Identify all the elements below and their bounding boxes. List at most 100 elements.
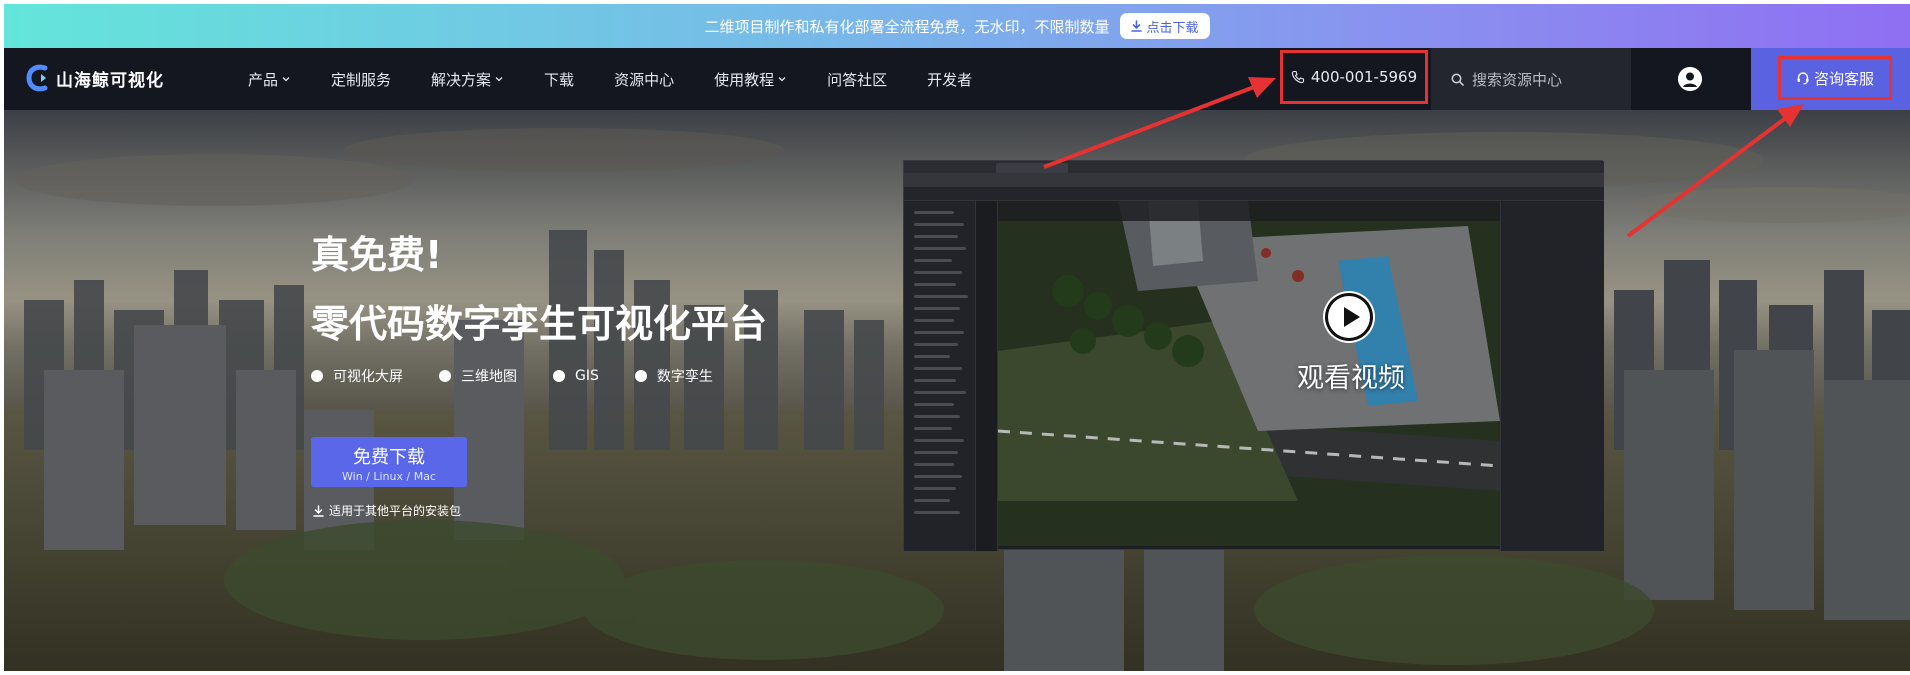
feature-tag: 可视化大屏 (311, 366, 403, 386)
panel-row (914, 439, 964, 442)
menu-item-tutorials[interactable]: 使用教程 (714, 69, 787, 90)
scene-render (998, 201, 1500, 546)
menu-item-download[interactable]: 下载 (544, 69, 574, 90)
panel-row (914, 247, 966, 250)
search-icon (1451, 73, 1464, 86)
bullet-icon (553, 370, 565, 382)
editor-icon-rail (976, 201, 998, 551)
feature-tag: GIS (553, 366, 599, 386)
other-platforms-label: 适用于其他平台的安装包 (329, 504, 462, 518)
panel-row (914, 235, 958, 238)
headset-icon (1797, 72, 1809, 85)
menu-label: 开发者 (927, 70, 973, 89)
panel-row (914, 307, 960, 310)
menu-label: 问答社区 (827, 70, 888, 89)
menu-item-resources[interactable]: 资源中心 (614, 69, 674, 90)
panel-row (914, 487, 956, 490)
chevron-down-icon (778, 77, 786, 82)
feature-tags: 可视化大屏 三维地图 GIS 数字孪生 (311, 366, 713, 386)
panel-row (914, 295, 968, 298)
panel-row (914, 271, 962, 274)
menu-item-solutions[interactable]: 解决方案 (431, 69, 504, 90)
menu-item-developers[interactable]: 开发者 (927, 69, 972, 90)
menu-label: 资源中心 (614, 70, 675, 89)
panel-row (914, 211, 954, 214)
menu-item-community[interactable]: 问答社区 (827, 69, 887, 90)
scene-viewport: 观看视频 (998, 201, 1500, 546)
panel-row (914, 475, 962, 478)
menu-label: 下载 (544, 70, 575, 89)
search-input[interactable]: 搜索资源中心 (1431, 48, 1631, 110)
chevron-down-icon (282, 77, 290, 82)
feature-tag: 数字孪生 (634, 366, 713, 386)
feature-tag-label: 数字孪生 (656, 369, 713, 385)
free-download-button[interactable]: 免费下载 Win / Linux / Mac (311, 437, 467, 487)
panel-row (914, 379, 956, 382)
feature-tag-label: 三维地图 (461, 369, 517, 385)
panel-row (914, 511, 960, 514)
hero-section: 真免费! 零代码数字孪生可视化平台 可视化大屏 三维地图 GIS 数字孪生 免费… (4, 110, 1910, 671)
feature-tag: 三维地图 (439, 366, 517, 386)
phone-text: 400-001-5969 (1310, 68, 1418, 86)
feature-tag-label: GIS (575, 368, 599, 384)
panel-row (914, 331, 964, 334)
shanhaijing-logo-icon (26, 64, 48, 92)
promo-download-label: 点击下载 (1146, 20, 1199, 36)
phone-icon (1291, 70, 1304, 84)
top-navbar: 山海鲸可视化 产品 定制服务 解决方案 下载 资源中心 使用教程 问答社区 开发… (4, 48, 1910, 110)
editor-property-panel (1500, 201, 1604, 551)
browser-tabbar (904, 161, 1604, 173)
browser-tab (996, 163, 1068, 173)
hero-title-line2: 零代码数字孪生可视化平台 (311, 302, 768, 346)
bullet-icon (311, 370, 323, 382)
video-preview[interactable]: 观看视频 (903, 160, 1604, 551)
other-platforms-link[interactable]: 适用于其他平台的安装包 (313, 502, 461, 519)
menu-label: 使用教程 (714, 70, 775, 89)
menu-label: 产品 (248, 70, 279, 89)
feature-tag-label: 可视化大屏 (333, 369, 403, 385)
promo-download-button[interactable]: 点击下载 (1119, 13, 1210, 39)
brand-name: 山海鲸可视化 (56, 70, 164, 91)
download-icon (1130, 20, 1142, 32)
panel-row (914, 499, 950, 502)
phone-number[interactable]: 400-001-5969 (1280, 50, 1428, 104)
promo-text: 二维项目制作和私有化部署全流程免费，无水印，不限制数量 (704, 17, 1110, 36)
consult-service-button[interactable]: 咨询客服 (1778, 56, 1892, 100)
main-menu: 产品 定制服务 解决方案 下载 资源中心 使用教程 问答社区 开发者 (248, 48, 972, 110)
panel-row (914, 451, 958, 454)
panel-row (914, 367, 962, 370)
page-frame: 二维项目制作和私有化部署全流程免费，无水印，不限制数量 点击下载 山海鲸可视化 … (4, 4, 1910, 671)
download-label: 免费下载 (353, 447, 425, 468)
brand-logo[interactable]: 山海鲸可视化 (26, 64, 164, 92)
menu-item-product[interactable]: 产品 (248, 69, 291, 90)
download-platforms: Win / Linux / Mac (342, 470, 436, 483)
search-placeholder: 搜索资源中心 (1472, 70, 1563, 89)
bullet-icon (439, 370, 451, 382)
editor-toolbar (904, 187, 1604, 201)
panel-row (914, 319, 954, 322)
panel-row (914, 343, 958, 346)
panel-row (914, 463, 954, 466)
panel-row (914, 259, 952, 262)
consult-label: 咨询客服 (1813, 69, 1874, 88)
download-icon (313, 504, 324, 517)
panel-row (914, 223, 964, 226)
play-icon[interactable] (1323, 291, 1375, 343)
watch-video-label: 观看视频 (1297, 363, 1405, 394)
menu-label: 解决方案 (431, 70, 492, 89)
promo-banner: 二维项目制作和私有化部署全流程免费，无水印，不限制数量 点击下载 (4, 4, 1910, 48)
chevron-down-icon (495, 77, 503, 82)
panel-row (914, 355, 950, 358)
panel-row (914, 391, 966, 394)
browser-urlbar-area (904, 173, 1604, 196)
menu-item-custom-service[interactable]: 定制服务 (331, 69, 391, 90)
bullet-icon (634, 370, 647, 382)
panel-row (914, 427, 952, 430)
editor-layer-panel (904, 201, 976, 551)
panel-row (914, 403, 954, 406)
consult-service-area: 咨询客服 (1751, 48, 1910, 110)
panel-row (914, 283, 956, 286)
menu-label: 定制服务 (331, 70, 392, 89)
user-avatar-icon[interactable] (1678, 67, 1702, 91)
hero-title-line1: 真免费! (311, 233, 443, 277)
